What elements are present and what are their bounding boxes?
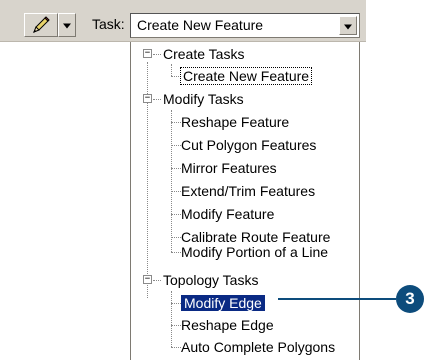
collapse-toggle-icon[interactable]: − <box>143 275 152 284</box>
task-dropdown-list: − Create Tasks Create New Feature − Modi… <box>130 42 360 360</box>
tree-item-mirror-features[interactable]: Mirror Features <box>181 158 277 178</box>
tree-connector <box>171 191 181 192</box>
tree-connector <box>171 237 181 238</box>
editor-toolbar: Task: Create New Feature <box>0 0 366 42</box>
tree-connector <box>171 325 181 326</box>
tree-guide-line <box>171 64 172 76</box>
tree-item-modify-feature[interactable]: Modify Feature <box>181 204 274 224</box>
chevron-down-icon <box>344 24 352 29</box>
tree-group-topology-tasks[interactable]: Topology Tasks <box>163 270 258 290</box>
tree-group-create-tasks[interactable]: Create Tasks <box>163 44 244 64</box>
tree-item-reshape-feature[interactable]: Reshape Feature <box>181 112 289 132</box>
tree-item-extend-trim-features[interactable]: Extend/Trim Features <box>181 181 315 201</box>
tree-item-reshape-edge[interactable]: Reshape Edge <box>181 315 274 335</box>
tree-item-cut-polygon-features[interactable]: Cut Polygon Features <box>181 135 316 155</box>
sketch-tool-button[interactable] <box>24 13 58 37</box>
task-select-dropdown-button[interactable] <box>339 16 357 35</box>
tree-connector <box>171 214 181 215</box>
tree-item-modify-edge[interactable]: Modify Edge <box>181 293 265 313</box>
tree-connector <box>171 76 181 77</box>
sketch-tool-dropdown-button[interactable] <box>58 13 76 37</box>
tree-connector <box>153 54 161 55</box>
collapse-toggle-icon[interactable]: − <box>143 49 152 58</box>
tree-item-create-new-feature[interactable]: Create New Feature <box>179 66 313 86</box>
tree-item-label-selected: Modify Edge <box>181 295 265 311</box>
tree-connector <box>171 303 181 304</box>
pencil-icon <box>33 16 50 33</box>
tree-item-modify-portion-of-a-line[interactable]: Modify Portion of a Line <box>181 242 328 262</box>
tree-item-label: Create New Feature <box>179 67 313 85</box>
tree-connector <box>171 168 181 169</box>
tree-guide-line <box>171 110 172 252</box>
tree-guide-line <box>171 291 172 347</box>
tree-connector <box>171 145 181 146</box>
tree-connector <box>153 280 161 281</box>
callout-step-number: 3 <box>396 285 424 313</box>
tree-group-modify-tasks[interactable]: Modify Tasks <box>163 89 244 109</box>
tree-connector <box>171 252 181 253</box>
tree-connector <box>153 99 161 100</box>
callout-pointer-line <box>278 298 396 300</box>
task-select-value: Create New Feature <box>137 17 264 33</box>
triangle-down-icon <box>63 23 71 29</box>
tree-connector <box>171 347 181 348</box>
tree-item-auto-complete-polygons[interactable]: Auto Complete Polygons <box>181 337 335 357</box>
task-select[interactable]: Create New Feature <box>130 13 360 38</box>
collapse-toggle-icon[interactable]: − <box>143 94 152 103</box>
task-label: Task: <box>92 16 125 32</box>
tree-connector <box>171 122 181 123</box>
